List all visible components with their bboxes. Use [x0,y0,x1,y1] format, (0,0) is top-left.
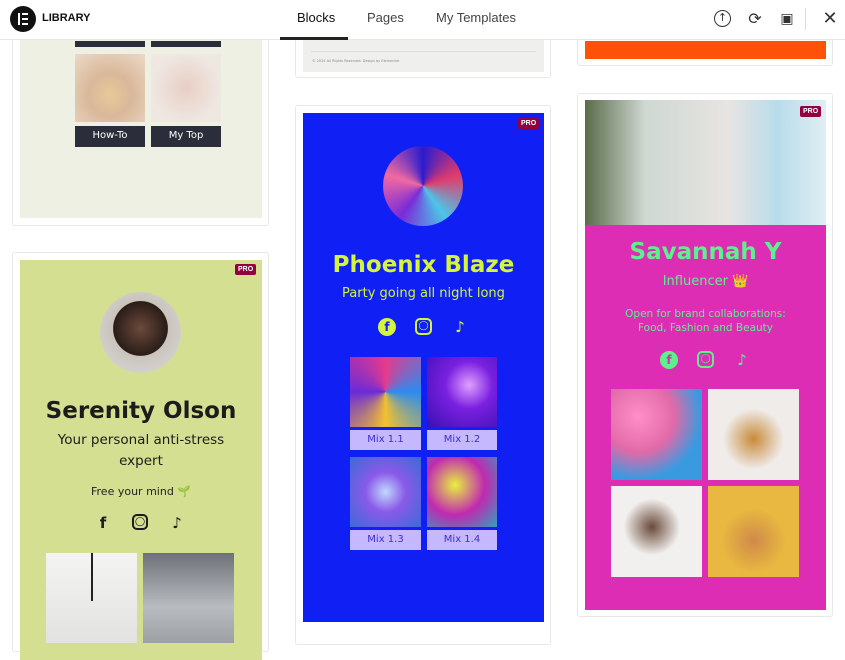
library-title: LIBRARY [42,12,91,24]
save-icon[interactable]: ▣ [777,9,797,29]
template-card-phoenix[interactable]: PRO Phoenix Blaze Party going all night … [295,105,551,645]
mix-image [350,357,421,427]
avatar [383,146,463,226]
heart-image [151,54,221,122]
close-icon[interactable]: ✕ [820,9,840,29]
tab-my-templates[interactable]: My Templates [436,10,516,25]
avatar [100,292,181,373]
instagram-icon[interactable]: ◯ [415,318,432,335]
tab-pages[interactable]: Pages [367,10,404,25]
library-header: LIBRARY Blocks Pages My Templates ↑ ⟳ ▣ … [0,0,845,40]
tagline: Free your mind 🌱 [91,485,191,498]
mix-image [427,357,497,427]
facebook-icon[interactable]: f [378,318,396,336]
footer-copyright: © 2024 All Rights Reserved. Design by El… [312,59,400,63]
instagram-icon[interactable]: ◯ [697,351,714,368]
donut-image [611,389,702,480]
lamp-image [46,553,137,643]
facebook-icon[interactable]: f [660,351,678,369]
profile-name: Phoenix Blaze [332,252,515,278]
profile-text: Open for brand collaborations: Food, Fas… [625,308,786,334]
landscape-image [143,553,234,643]
mix-button[interactable]: Mix 1.1 [350,430,421,450]
mix-button[interactable]: Mix 1.2 [427,430,497,450]
profile-name: Savannah Y [629,239,782,265]
profile-name: Serenity Olson [45,398,237,424]
divider [805,8,806,30]
tiktok-icon[interactable]: ♪ [451,318,469,336]
pro-badge: PRO [518,118,540,129]
perfume-image [708,389,799,480]
mix-button[interactable]: Mix 1.3 [350,530,421,550]
tiktok-icon[interactable]: ♪ [168,514,186,532]
tab-blocks[interactable]: Blocks [297,10,335,25]
profile-subtitle: Party going all night long [342,286,505,301]
face-mask-image [611,486,702,577]
template-card-savannah[interactable]: PRO Savannah Y Influencer 👑 Open for bra… [577,93,833,617]
sync-icon[interactable]: ⟳ [745,9,765,29]
mix-image [350,457,421,527]
active-tab-indicator [280,37,348,40]
tiktok-icon[interactable]: ♪ [733,351,751,369]
mix-button[interactable]: Mix 1.4 [427,530,497,550]
my-top-button[interactable]: My Top [151,126,221,147]
cat-image [708,486,799,577]
profile-subtitle: Your personal anti-stress expert [57,432,225,469]
elementor-logo-icon [10,6,36,32]
how-to-button[interactable]: How-To [75,126,145,147]
mix-image [427,457,497,527]
pro-badge: PRO [800,106,822,117]
perfume-image [75,54,145,122]
instagram-icon[interactable]: ◯ [132,514,148,530]
upload-icon[interactable]: ↑ [714,10,731,27]
facebook-icon[interactable]: f [94,514,112,532]
pro-badge: PRO [235,264,257,275]
profile-role: Influencer 👑 [662,274,749,289]
hero-image [585,100,826,225]
template-card-serenity[interactable]: PRO Serenity Olson Your personal anti-st… [12,252,269,660]
